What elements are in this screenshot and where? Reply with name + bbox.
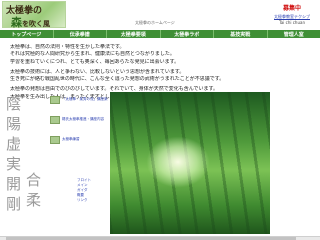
side-link-yang-style[interactable]: 楊氏太極拳推進・講座内容 — [62, 117, 104, 122]
link-thumbnail[interactable] — [50, 116, 60, 124]
calligraphy-image: 実 — [6, 155, 22, 173]
intro-paragraph: 学習を重ねていくにつれ、とても奥深く、毎回あらたな発見に出会います。 — [10, 58, 180, 65]
calligraphy-image: 陰 — [6, 95, 22, 113]
home-caption: 太極拳のホームページ — [135, 20, 175, 25]
intro-paragraph: それは究極的な人間研究から生まれ、健康法にも自然とつながりました。 — [10, 51, 175, 58]
logo-text-main: 森を吹く風 — [11, 16, 50, 29]
side-link-course[interactable]: 「太極拳・楽秀の流」講座案 — [62, 97, 108, 102]
list-item[interactable]: リンク — [77, 198, 91, 203]
nav-item-admin[interactable]: 管理人室 — [268, 30, 320, 38]
calligraphy-image: 剛 — [6, 195, 22, 213]
calligraphy-image: 柔 — [26, 191, 42, 209]
main-nav: トップページ 伝承拳譜 太極拳要領 太極拳ラボ 基技実戦 管理人室 — [0, 30, 320, 38]
forest-image — [110, 92, 270, 234]
site-header: 太極拳の 森を吹く風 太極拳のホームページ 募集中 太極拳教室テクシブ Tai … — [0, 0, 320, 30]
school-link[interactable]: 太極拳教室テクシブ — [266, 13, 318, 20]
calligraphy-image: 合 — [26, 171, 42, 189]
link-thumbnail[interactable] — [50, 96, 60, 104]
nav-item-top[interactable]: トップページ — [0, 30, 54, 38]
side-mini-list: フロイト メイン ガイダ 概要 リンク — [77, 178, 91, 203]
school-english-name: Tai chi chuan — [279, 20, 305, 25]
intro-paragraph: 太極拳の技術には、人と争わない、比較しないという思想が含まれています。 — [10, 68, 185, 75]
nav-item-kigi[interactable]: 基技実戦 — [214, 30, 268, 38]
calligraphy-image: 虚 — [6, 135, 22, 153]
site-logo[interactable]: 太極拳の 森を吹く風 — [2, 1, 66, 29]
calligraphy-image: 陽 — [6, 115, 22, 133]
header-right-panel: 募集中 太極拳教室テクシブ Tai chi chuan — [266, 5, 318, 26]
side-link-practice[interactable]: 太極拳練習 — [62, 137, 80, 142]
recruit-label: 募集中 — [282, 5, 301, 12]
horizontal-scrollbar[interactable] — [0, 236, 320, 240]
link-thumbnail[interactable] — [50, 136, 60, 144]
nav-item-youryou[interactable]: 太極拳要領 — [107, 30, 161, 38]
calligraphy-image: 開 — [6, 175, 22, 193]
nav-item-denshou[interactable]: 伝承拳譜 — [54, 30, 107, 38]
nav-item-lab[interactable]: 太極拳ラボ — [161, 30, 214, 38]
side-panel: 陰 陽 虚 実 開 合 剛 柔 「太極拳・楽秀の流」講座案 楊氏太極拳推進・講座… — [2, 96, 110, 236]
intro-paragraph: 太極拳は、自然の法則・特性を生かした拳法です。 — [10, 44, 125, 50]
intro-paragraph: 生き死にが絡む戦国乱世の時代に、こんな全く違った発想の武術がうまれたことが不思議… — [10, 76, 225, 83]
